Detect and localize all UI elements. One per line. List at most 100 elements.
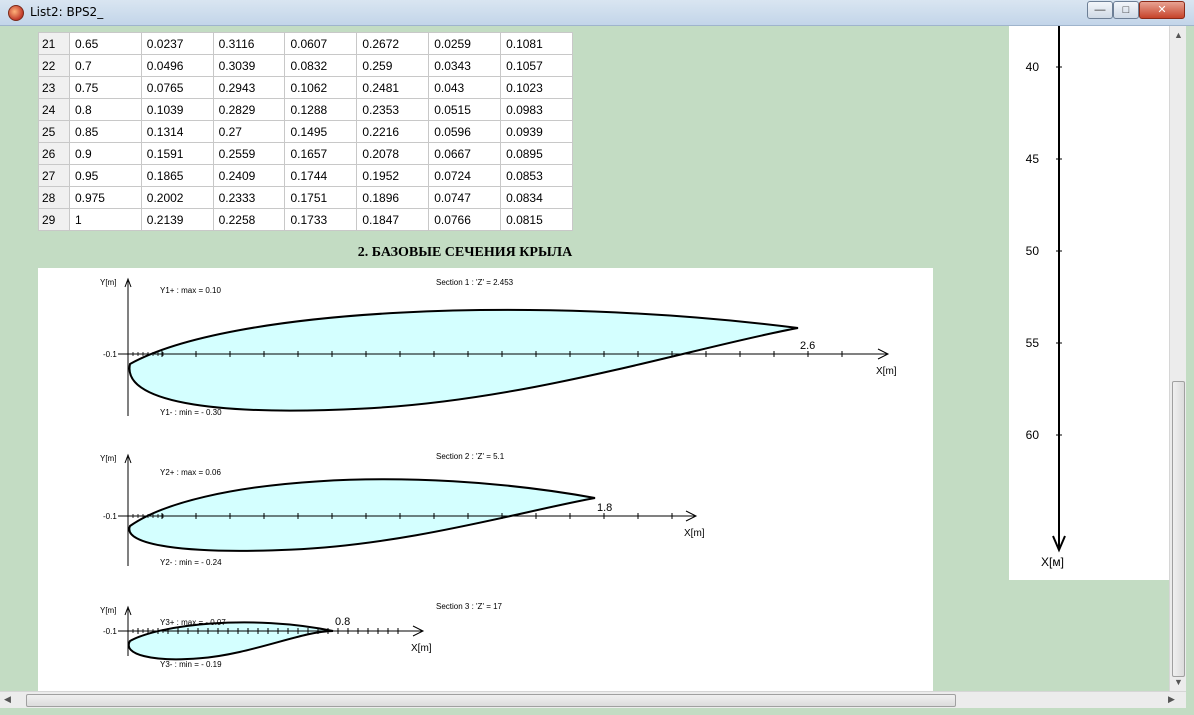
row-index-cell: 24 [38, 98, 70, 121]
x-axis-label: X[m] [411, 643, 432, 654]
table-cell: 0.1591 [140, 142, 214, 165]
plot-panel: Y[m] X[m] -0.1 Y1+ : max = 0.10 Y1- : min = … [38, 268, 933, 692]
table-row: 24 0.8 0.1039 0.2829 0.1288 0.2353 0.0515 0.098… [38, 98, 573, 121]
scroll-left-icon[interactable]: ◀ [4, 694, 11, 705]
table-cell: 0.0939 [500, 120, 573, 143]
chord-label: 2.6 [800, 340, 815, 352]
axis-value-label: -0.1 [103, 350, 117, 359]
row-index-cell: 22 [38, 54, 70, 77]
table-cell: 0.1495 [284, 120, 358, 143]
table-cell: 0.1847 [356, 208, 430, 231]
section-title: Section 1 : 'Z' = 2.453 [436, 278, 514, 287]
row-index-cell: 27 [38, 164, 70, 187]
table-row: 21 0.65 0.0237 0.3116 0.0607 0.2672 0.0259 0.10… [38, 32, 573, 55]
table-cell: 0.0895 [500, 142, 573, 165]
table-cell: 0.975 [68, 186, 142, 209]
wing-sections-plot: Y[m] X[m] -0.1 Y1+ : max = 0.10 Y1- : min = … [100, 277, 897, 669]
x-axis-label: X[m] [684, 528, 705, 539]
table-cell: 0.1744 [284, 164, 358, 187]
section-title: Section 3 : 'Z' = 17 [436, 602, 503, 611]
table-row: 29 1 0.2139 0.2258 0.1733 0.1847 0.0766 0.0815 [38, 208, 573, 231]
table-cell: 0.1896 [356, 186, 430, 209]
row-index-cell: 25 [38, 120, 70, 143]
table-cell: 0.0596 [428, 120, 502, 143]
horizontal-scroll-thumb[interactable] [26, 694, 956, 707]
table-cell: 0.0815 [500, 208, 573, 231]
table-cell: 0.0765 [140, 76, 214, 99]
table-cell: 0.2481 [356, 76, 430, 99]
axis-value-label: -0.1 [103, 627, 117, 636]
close-button[interactable]: ✕ [1139, 1, 1185, 19]
table-cell: 0.1062 [284, 76, 358, 99]
ymax-label: Y2+ : max = 0.06 [160, 468, 221, 477]
table-cell: 0.1081 [500, 32, 573, 55]
right-axis-tick-label: 40 [1026, 60, 1040, 74]
table-cell: 0.2216 [356, 120, 430, 143]
window-title: List2: BPS2_ [30, 5, 104, 19]
table-cell: 0.043 [428, 76, 502, 99]
row-index-cell: 21 [38, 32, 70, 55]
ymax-label: Y3+ : max = - 0.07 [160, 618, 226, 627]
right-axis-tick-label: 55 [1026, 336, 1040, 350]
table-cell: 0.0983 [500, 98, 573, 121]
wing-profile-3 [127, 621, 334, 661]
y-axis-label: Y[m] [100, 278, 116, 287]
table-row: 22 0.7 0.0496 0.3039 0.0832 0.259 0.0343 0.1057 [38, 54, 573, 77]
table-cell: 0.0343 [428, 54, 502, 77]
x-axis-label: X[m] [876, 366, 897, 377]
data-table: 21 0.65 0.0237 0.3116 0.0607 0.2672 0.0259 0.10… [38, 32, 573, 231]
table-cell: 0.65 [68, 32, 142, 55]
ymin-label: Y2- : min = - 0.24 [160, 558, 222, 567]
table-cell: 1 [68, 208, 142, 231]
table-cell: 0.2943 [212, 76, 286, 99]
row-index-cell: 23 [38, 76, 70, 99]
table-cell: 0.1039 [140, 98, 214, 121]
scroll-right-icon[interactable]: ▶ [1168, 694, 1175, 705]
vertical-scroll-thumb[interactable] [1172, 381, 1185, 677]
table-cell: 0.2078 [356, 142, 430, 165]
right-axis-tick-label: 45 [1026, 152, 1040, 166]
right-axis-plot: 40 45 50 55 60 X[м] [1026, 26, 1066, 569]
table-cell: 0.0515 [428, 98, 502, 121]
table-cell: 0.0496 [140, 54, 214, 77]
table-cell: 0.85 [68, 120, 142, 143]
table-cell: 0.1657 [284, 142, 358, 165]
table-cell: 0.0237 [140, 32, 214, 55]
horizontal-scrollbar[interactable]: ◀ ▶ [0, 691, 1186, 708]
table-cell: 0.3116 [212, 32, 286, 55]
right-axis-tick-label: 50 [1026, 244, 1040, 258]
table-row: 23 0.75 0.0765 0.2943 0.1062 0.2481 0.043 0.102… [38, 76, 573, 99]
table-cell: 0.7 [68, 54, 142, 77]
table-cell: 0.1733 [284, 208, 358, 231]
chord-label: 0.8 [335, 616, 350, 628]
table-cell: 0.3039 [212, 54, 286, 77]
table-cell: 0.2559 [212, 142, 286, 165]
table-cell: 0.1314 [140, 120, 214, 143]
axis-value-label: -0.1 [103, 512, 117, 521]
chord-label: 1.8 [597, 502, 612, 514]
table-row: 26 0.9 0.1591 0.2559 0.1657 0.2078 0.0667 0.089… [38, 142, 573, 165]
row-index-cell: 28 [38, 186, 70, 209]
table-cell: 0.2672 [356, 32, 430, 55]
table-cell: 0.0853 [500, 164, 573, 187]
table-row: 27 0.95 0.1865 0.2409 0.1744 0.1952 0.0724 0.08… [38, 164, 573, 187]
minimize-button[interactable]: — [1087, 1, 1113, 19]
table-cell: 0.259 [356, 54, 430, 77]
scroll-up-icon[interactable]: ▲ [1174, 30, 1183, 40]
right-axis-label: X[м] [1041, 555, 1064, 569]
right-axis-panel: 40 45 50 55 60 X[м] [1009, 26, 1169, 580]
maximize-button[interactable]: □ [1113, 1, 1139, 19]
table-cell: 0.0607 [284, 32, 358, 55]
table-cell: 0.2829 [212, 98, 286, 121]
table-cell: 0.8 [68, 98, 142, 121]
ymin-label: Y1- : min = - 0.30 [160, 408, 222, 417]
app-icon [8, 5, 24, 21]
wing-profile-1 [128, 308, 799, 412]
table-cell: 0.0747 [428, 186, 502, 209]
vertical-scrollbar[interactable]: ▲ ▼ [1169, 26, 1186, 691]
table-cell: 0.0832 [284, 54, 358, 77]
table-cell: 0.75 [68, 76, 142, 99]
row-index-cell: 29 [38, 208, 70, 231]
section-title: Section 2 : 'Z' = 5.1 [436, 452, 505, 461]
scroll-down-icon[interactable]: ▼ [1174, 677, 1183, 687]
